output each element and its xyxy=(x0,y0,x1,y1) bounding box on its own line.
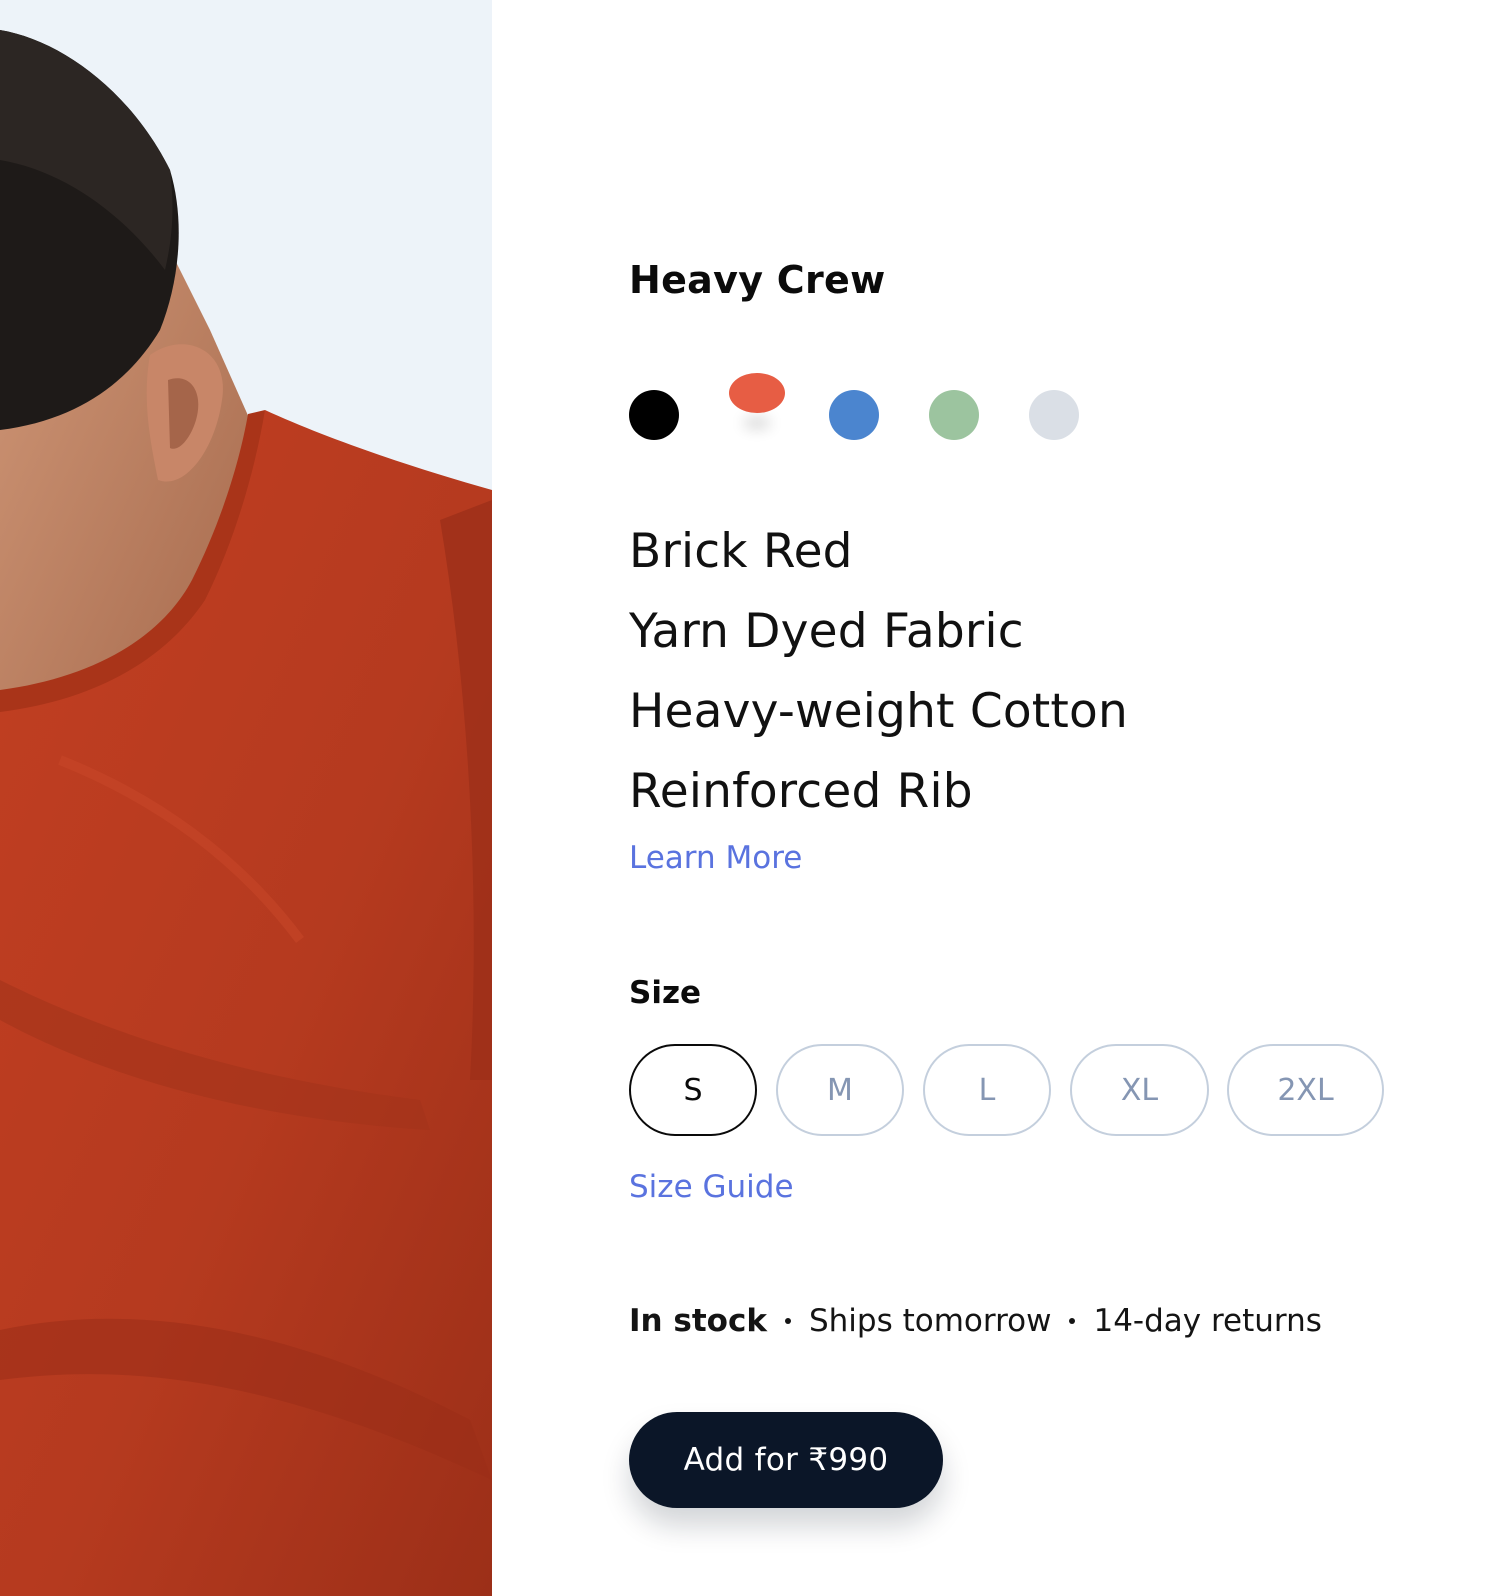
product-title: Heavy Crew xyxy=(629,258,886,302)
size-selector: S M L XL 2XL xyxy=(629,1044,1389,1140)
size-option-xl[interactable]: XL xyxy=(1070,1044,1209,1136)
swatch-light-grey[interactable] xyxy=(1029,390,1079,440)
stock-status: In stock xyxy=(629,1303,767,1339)
size-option-m[interactable]: M xyxy=(776,1044,904,1136)
feature-item: Heavy-weight Cotton xyxy=(629,684,1128,739)
add-to-cart-button[interactable]: Add for ₹990 xyxy=(629,1412,943,1508)
size-label: Size xyxy=(629,975,702,1011)
learn-more-link[interactable]: Learn More xyxy=(629,840,802,876)
size-guide-link[interactable]: Size Guide xyxy=(629,1169,794,1205)
shipping-info: Ships tomorrow xyxy=(808,1303,1052,1339)
swatch-sage-green[interactable] xyxy=(929,390,979,440)
feature-item: Brick Red xyxy=(629,524,853,579)
product-photo xyxy=(0,0,492,1596)
swatch-blue[interactable] xyxy=(829,390,879,440)
separator-dot xyxy=(1069,1318,1076,1324)
size-option-l[interactable]: L xyxy=(923,1044,1051,1136)
swatch-black[interactable] xyxy=(629,390,679,440)
returns-info: 14-day returns xyxy=(1093,1303,1322,1339)
swatch-brick-red[interactable] xyxy=(729,373,785,413)
availability-line: In stock Ships tomorrow 14-day returns xyxy=(629,1303,1322,1339)
feature-item: Yarn Dyed Fabric xyxy=(629,604,1024,659)
color-swatches xyxy=(629,373,1129,455)
size-option-s[interactable]: S xyxy=(629,1044,757,1136)
feature-list: Brick Red Yarn Dyed Fabric Heavy-weight … xyxy=(629,512,1128,832)
separator-dot xyxy=(784,1318,791,1324)
feature-item: Reinforced Rib xyxy=(629,764,973,819)
product-details-panel: Heavy Crew Brick Red Yarn Dyed Fabric He… xyxy=(629,0,1469,1596)
size-option-2xl[interactable]: 2XL xyxy=(1227,1044,1384,1136)
product-page: Heavy Crew Brick Red Yarn Dyed Fabric He… xyxy=(0,0,1500,1596)
